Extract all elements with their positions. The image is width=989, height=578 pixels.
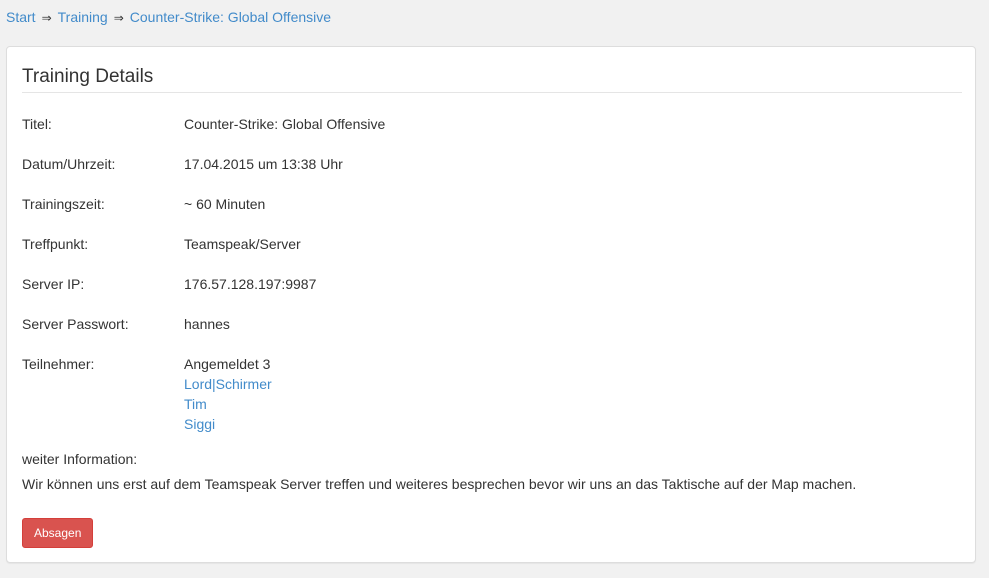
teilnehmer-label: Teilnehmer: (22, 356, 95, 372)
datum-value: 17.04.2015 um 13:38 Uhr (184, 156, 343, 172)
participant-link[interactable]: Lord|Schirmer (184, 374, 272, 394)
trainingszeit-label: Trainingszeit: (22, 196, 105, 212)
trainingszeit-value: ~ 60 Minuten (184, 196, 266, 212)
info-label: weiter Information: (22, 451, 138, 467)
server-ip-label: Server IP: (22, 276, 85, 292)
breadcrumb-separator: ⇒ (41, 11, 52, 25)
breadcrumb-training-link[interactable]: Training (58, 9, 108, 25)
treffpunkt-value: Teamspeak/Server (184, 236, 301, 252)
info-text: Wir können uns erst auf dem Teamspeak Se… (22, 476, 857, 492)
training-details-panel: Training Details Titel: Counter-Strike: … (6, 46, 976, 563)
titel-label: Titel: (22, 116, 52, 132)
server-passwort-label: Server Passwort: (22, 316, 129, 332)
treffpunkt-label: Treffpunkt: (22, 236, 89, 252)
title-divider (22, 92, 962, 93)
participant-link[interactable]: Tim (184, 394, 272, 414)
datum-label: Datum/Uhrzeit: (22, 156, 116, 172)
server-ip-value: 176.57.128.197:9987 (184, 276, 317, 292)
participants-list: Angemeldet 3 Lord|Schirmer Tim Siggi (184, 354, 272, 434)
cancel-button[interactable]: Absagen (22, 518, 94, 548)
participant-link[interactable]: Siggi (184, 414, 272, 434)
titel-value: Counter-Strike: Global Offensive (184, 116, 386, 132)
breadcrumb-separator: ⇒ (113, 11, 124, 25)
breadcrumb-start-link[interactable]: Start (6, 9, 36, 25)
breadcrumb: Start ⇒ Training ⇒ Counter-Strike: Global Of… (6, 7, 331, 28)
panel-title: Training Details (22, 66, 154, 87)
participants-summary: Angemeldet 3 (184, 356, 271, 372)
server-passwort-value: hannes (184, 316, 230, 332)
breadcrumb-current-link[interactable]: Counter-Strike: Global Offensive (130, 9, 331, 25)
